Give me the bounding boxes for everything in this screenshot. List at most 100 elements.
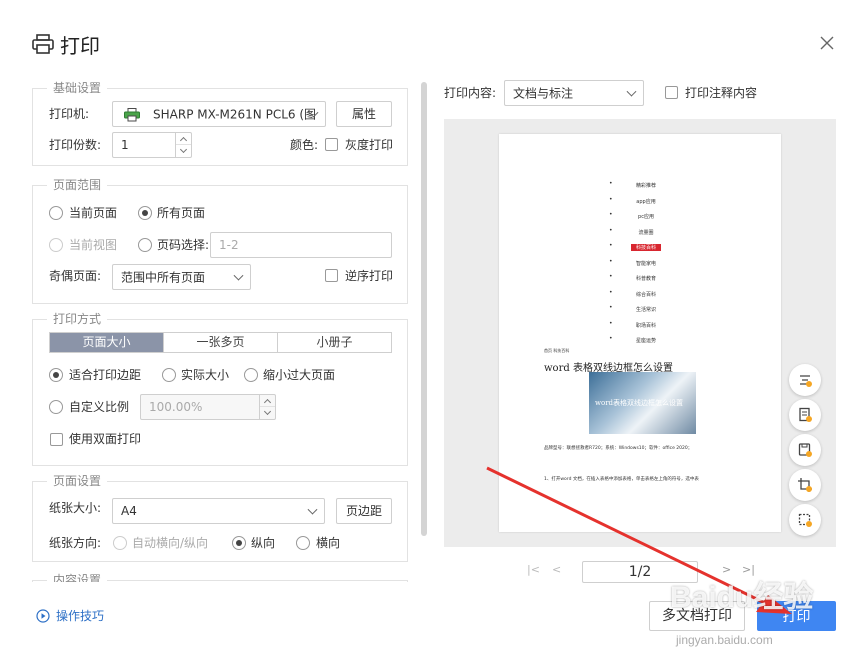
copies-value: 1 bbox=[121, 138, 129, 152]
fit-margin-radio[interactable] bbox=[49, 368, 63, 382]
paper-size-select[interactable]: A4 bbox=[112, 498, 325, 524]
basic-settings-group: 基础设置 打印机: SHARP MX-M261N PCL6 (图 属性 打印份数… bbox=[32, 80, 408, 166]
printer-select[interactable]: SHARP MX-M261N PCL6 (图 bbox=[112, 101, 326, 127]
tab-page-size[interactable]: 页面大小 bbox=[50, 333, 163, 352]
bullet-item: 星座运势 bbox=[635, 338, 656, 344]
margins-button[interactable]: 页边距 bbox=[336, 498, 392, 524]
actual-size-label: 实际大小 bbox=[181, 368, 230, 382]
save-copy-icon bbox=[798, 443, 812, 457]
reverse-checkbox[interactable] bbox=[325, 269, 338, 282]
page-select-placeholder: 1-2 bbox=[219, 238, 239, 252]
print-annotations-checkbox[interactable] bbox=[665, 86, 678, 99]
first-page-icon[interactable]: |< bbox=[527, 563, 540, 576]
bullet-item: app应用 bbox=[636, 199, 656, 205]
landscape-label: 横向 bbox=[316, 536, 341, 550]
paper-size-label: 纸张大小: bbox=[49, 501, 102, 515]
content-settings-group: 内容设置 bbox=[32, 572, 408, 582]
preview-tool-5[interactable] bbox=[789, 504, 821, 536]
odd-even-label: 奇偶页面: bbox=[49, 269, 102, 283]
portrait-label: 纵向 bbox=[251, 536, 276, 550]
shrink-large-label: 缩小过大页面 bbox=[263, 368, 336, 382]
printer-label: 打印机: bbox=[49, 107, 90, 121]
current-view-radio[interactable] bbox=[49, 238, 63, 252]
odd-even-select[interactable]: 范围中所有页面 bbox=[112, 264, 251, 290]
tab-booklet[interactable]: 小册子 bbox=[277, 333, 391, 352]
doc-image-caption: word表格双线边框怎么设置 bbox=[595, 399, 684, 407]
preview-tool-4[interactable] bbox=[789, 469, 821, 501]
color-label: 颜色: bbox=[290, 138, 319, 152]
all-pages-label: 所有页面 bbox=[157, 206, 206, 220]
scale-spin[interactable] bbox=[259, 395, 275, 419]
chevron-down-icon bbox=[307, 504, 318, 515]
print-mode-group: 打印方式 页面大小 一张多页 小册子 适合打印边距 实际大小 缩小过大页面 自定… bbox=[32, 311, 408, 466]
bullet-item-highlight: 科技百科 bbox=[631, 244, 661, 251]
play-circle-icon bbox=[36, 608, 50, 623]
baidu-watermark: Baidu经验 bbox=[670, 581, 814, 614]
bullet-item: 生活常识 bbox=[635, 307, 656, 313]
auto-orient-radio[interactable] bbox=[113, 536, 127, 550]
close-icon[interactable] bbox=[818, 34, 836, 52]
dialog-title: 打印 bbox=[60, 33, 100, 58]
scale-stepper[interactable]: 100.00% bbox=[140, 394, 276, 420]
prev-page-icon[interactable]: < bbox=[552, 563, 561, 576]
current-view-label: 当前视图 bbox=[69, 238, 118, 252]
paper-size-value: A4 bbox=[121, 504, 137, 518]
print-annotations-label: 打印注释内容 bbox=[685, 86, 758, 100]
doc-category: 首页 科技百科 bbox=[544, 348, 570, 353]
page-setup-group: 页面设置 纸张大小: A4 页边距 纸张方向: 自动横向/纵向 纵向 横向 bbox=[32, 473, 408, 562]
grayscale-label: 灰度打印 bbox=[345, 138, 394, 152]
actual-size-radio[interactable] bbox=[162, 368, 176, 382]
bullet-dot: • bbox=[609, 258, 613, 265]
preview-tool-2[interactable] bbox=[789, 399, 821, 431]
mode-tabs: 页面大小 一张多页 小册子 bbox=[49, 332, 392, 353]
page-setup-legend: 页面设置 bbox=[47, 473, 108, 489]
bullet-dot: • bbox=[609, 196, 613, 203]
page-select-label: 页码选择: bbox=[157, 238, 210, 252]
bullet-item: 综合百科 bbox=[635, 292, 656, 298]
bullet-dot: • bbox=[609, 242, 613, 249]
tips-link[interactable]: 操作技巧 bbox=[36, 607, 104, 624]
bullet-dot: • bbox=[609, 335, 613, 342]
landscape-radio[interactable] bbox=[296, 536, 310, 550]
bullet-dot: • bbox=[609, 180, 613, 187]
fit-margin-label: 适合打印边距 bbox=[69, 368, 142, 382]
copies-stepper[interactable]: 1 bbox=[112, 132, 192, 158]
bullet-dot: • bbox=[609, 289, 613, 296]
chevron-down-icon bbox=[233, 270, 244, 281]
tab-multi-page[interactable]: 一张多页 bbox=[163, 333, 277, 352]
layout-settings-icon bbox=[800, 375, 812, 387]
reverse-label: 逆序打印 bbox=[345, 269, 394, 283]
bullet-dot: • bbox=[609, 227, 613, 234]
page-setup-icon bbox=[799, 407, 812, 422]
properties-button[interactable]: 属性 bbox=[336, 101, 392, 127]
bullet-dot: • bbox=[609, 211, 613, 218]
page-select-radio[interactable] bbox=[138, 238, 152, 252]
bullet-dot: • bbox=[609, 320, 613, 327]
page-select-input[interactable]: 1-2 bbox=[210, 232, 392, 258]
bullet-item: 智能家电 bbox=[635, 261, 656, 267]
auto-orient-label: 自动横向/纵向 bbox=[132, 536, 209, 550]
baidu-watermark-url: jingyan.baidu.com bbox=[676, 633, 773, 647]
printer-icon bbox=[32, 34, 54, 54]
custom-scale-radio[interactable] bbox=[49, 400, 63, 414]
preview-tool-1[interactable] bbox=[789, 364, 821, 396]
duplex-label: 使用双面打印 bbox=[69, 432, 142, 446]
grayscale-checkbox[interactable] bbox=[325, 138, 338, 151]
crop-icon bbox=[798, 478, 812, 492]
bullet-item: 流量圈 bbox=[638, 230, 654, 236]
select-area-icon bbox=[798, 513, 812, 527]
shrink-large-radio[interactable] bbox=[244, 368, 258, 382]
duplex-checkbox[interactable] bbox=[50, 433, 63, 446]
doc-image: word表格双线边框怎么设置 bbox=[589, 372, 696, 434]
print-content-select[interactable]: 文档与标注 bbox=[504, 80, 644, 106]
copies-spin[interactable] bbox=[175, 133, 191, 157]
bullet-item: 职场百科 bbox=[635, 323, 656, 329]
doc-paragraph: 1、打开word 文档，在插入表格中添加表格，单击表格左上角的符号，选中表 bbox=[544, 477, 699, 482]
current-page-radio[interactable] bbox=[49, 206, 63, 220]
print-content-label: 打印内容: bbox=[444, 86, 497, 100]
portrait-radio[interactable] bbox=[232, 536, 246, 550]
preview-tool-3[interactable] bbox=[789, 434, 821, 466]
bullet-dot: • bbox=[609, 304, 613, 311]
all-pages-radio[interactable] bbox=[138, 206, 152, 220]
settings-scrollbar[interactable] bbox=[421, 82, 427, 536]
